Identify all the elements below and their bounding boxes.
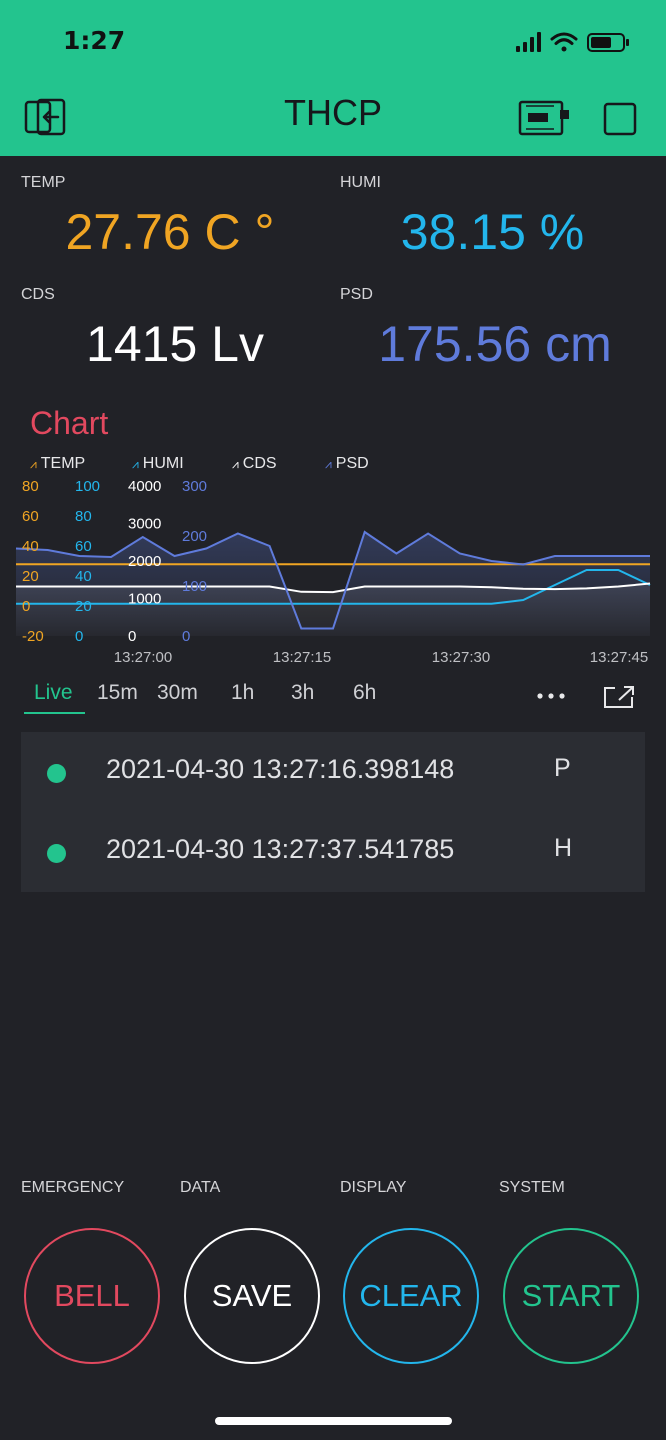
tab-1h[interactable]: 1h — [231, 681, 254, 705]
y-tick-humi: 0 — [75, 628, 83, 645]
line-chart-icon: ⩘ — [325, 457, 332, 471]
y-tick-cds: 3000 — [128, 516, 161, 533]
humi-value: 38.15 % — [400, 204, 585, 260]
x-tick: 13:27:00 — [114, 649, 172, 666]
line-chart-icon: ⩘ — [132, 457, 139, 471]
psd-value: 175.56 cm — [378, 316, 612, 372]
battery-icon — [587, 33, 629, 52]
psd-label: PSD — [340, 286, 373, 303]
status-time: 1:27 — [63, 26, 126, 55]
y-tick-temp: 40 — [22, 538, 39, 555]
tab-15m[interactable]: 15m — [97, 681, 138, 705]
row-value: H — [554, 834, 573, 862]
tab-live[interactable]: Live — [34, 681, 73, 705]
table-row[interactable]: 2021-04-30 13:27:16.398148 P — [21, 732, 645, 812]
x-tick: 13:27:30 — [432, 649, 490, 666]
y-tick-temp: 20 — [22, 568, 39, 585]
x-tick: 13:27:15 — [273, 649, 331, 666]
y-tick-cds: 4000 — [128, 478, 161, 495]
status-dot — [47, 844, 66, 863]
y-tick-humi: 80 — [75, 508, 92, 525]
y-tick-humi: 100 — [75, 478, 100, 495]
chart-title: Chart — [30, 405, 109, 441]
system-label: SYSTEM — [499, 1179, 565, 1196]
app-header: 1:27 THCP — [0, 0, 666, 156]
y-tick-humi: 20 — [75, 598, 92, 615]
tab-30m[interactable]: 30m — [157, 681, 198, 705]
display-label: DISPLAY — [340, 1179, 407, 1196]
y-tick-temp: -20 — [22, 628, 44, 645]
tab-3h[interactable]: 3h — [291, 681, 314, 705]
save-button[interactable]: SAVE — [184, 1228, 320, 1364]
external-link-icon[interactable] — [603, 685, 635, 713]
y-tick-humi: 60 — [75, 538, 92, 555]
start-button[interactable]: START — [503, 1228, 639, 1364]
table-row[interactable]: 2021-04-30 13:27:37.541785 H — [21, 812, 645, 892]
more-dots-icon[interactable] — [536, 688, 566, 707]
cds-label: CDS — [21, 286, 55, 303]
row-name: 2021-04-30 13:27:16.398148 — [106, 754, 455, 784]
y-tick-psd: 300 — [182, 478, 207, 495]
legend-cds: ⩘ CDS — [232, 455, 277, 473]
humi-label: HUMI — [340, 174, 381, 191]
square-icon[interactable] — [603, 102, 637, 140]
line-chart[interactable]: 806040200-201008060402004000300020001000… — [0, 474, 666, 674]
legend-psd: ⩘ PSD — [325, 455, 369, 473]
cds-value: 1415 Lv — [86, 316, 264, 372]
signal-icon — [516, 32, 541, 52]
x-tick: 13:27:45 — [590, 649, 648, 666]
y-tick-cds: 0 — [128, 628, 136, 645]
legend-temp-label: TEMP — [40, 455, 86, 472]
legend-humi: ⩘ HUMI — [132, 455, 184, 473]
row-value: P — [554, 754, 571, 782]
temp-value: 27.76 C ° — [65, 204, 275, 260]
line-chart-icon: ⩘ — [30, 457, 37, 471]
y-tick-temp: 80 — [22, 478, 39, 495]
bell-button[interactable]: BELL — [24, 1228, 160, 1364]
legend-temp: ⩘ TEMP — [30, 455, 85, 473]
home-indicator — [215, 1417, 452, 1425]
row-name: 2021-04-30 13:27:37.541785 — [106, 834, 455, 864]
y-tick-psd: 0 — [182, 628, 190, 645]
y-tick-temp: 0 — [22, 598, 30, 615]
tab-6h[interactable]: 6h — [353, 681, 376, 705]
clear-button[interactable]: CLEAR — [343, 1228, 479, 1364]
wifi-icon — [550, 32, 578, 52]
device-board-icon[interactable] — [518, 100, 570, 140]
temp-label: TEMP — [21, 174, 66, 191]
data-label: DATA — [180, 1179, 221, 1196]
event-table: 2021-04-30 13:27:16.398148 P 2021-04-30 … — [21, 732, 645, 892]
status-dot — [47, 764, 66, 783]
legend-cds-label: CDS — [242, 455, 277, 472]
y-tick-psd: 100 — [182, 578, 207, 595]
status-icons — [516, 30, 636, 60]
y-tick-cds: 2000 — [128, 553, 161, 570]
y-tick-psd: 200 — [182, 528, 207, 545]
legend-humi-label: HUMI — [142, 455, 184, 472]
emergency-label: EMERGENCY — [21, 1179, 125, 1196]
y-tick-temp: 60 — [22, 508, 39, 525]
y-tick-cds: 1000 — [128, 591, 161, 608]
line-chart-icon: ⩘ — [232, 457, 239, 471]
legend-psd-label: PSD — [335, 455, 369, 472]
active-tab-indicator — [24, 712, 85, 714]
y-tick-humi: 40 — [75, 568, 92, 585]
